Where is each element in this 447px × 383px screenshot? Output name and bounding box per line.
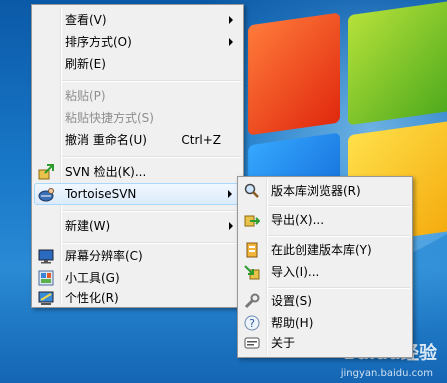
tortoise-icon bbox=[38, 186, 54, 202]
menu-item-screen-resolution[interactable]: 屏幕分辨率(C) bbox=[34, 245, 241, 267]
menu-item-label: 排序方式(O) bbox=[65, 35, 132, 49]
submenu-item-create-repo[interactable]: 在此创建版本库(Y) bbox=[240, 239, 410, 261]
menu-item-label: 在此创建版本库(Y) bbox=[271, 243, 372, 257]
menu-separator bbox=[62, 80, 241, 82]
menu-item-label: 刷新(E) bbox=[65, 57, 106, 71]
watermark-url: jingyan.baidu.com bbox=[340, 368, 433, 379]
menu-separator bbox=[268, 235, 410, 237]
submenu-item-export[interactable]: 导出(X)... bbox=[240, 209, 410, 231]
menu-item-label: 设置(S) bbox=[271, 294, 312, 308]
menu-item-label: 导入(I)... bbox=[271, 265, 320, 279]
about-info-icon bbox=[244, 335, 260, 351]
menu-separator bbox=[268, 205, 410, 207]
menu-item-shortcut: Ctrl+Z bbox=[181, 133, 221, 147]
menu-item-label: 新建(W) bbox=[65, 219, 111, 233]
submenu-item-settings[interactable]: 设置(S) bbox=[240, 290, 410, 312]
menu-item-label: TortoiseSVN bbox=[65, 187, 137, 201]
menu-item-paste[interactable]: 粘贴(P) bbox=[34, 85, 241, 107]
menu-item-label: 粘贴快捷方式(S) bbox=[65, 111, 154, 125]
menu-item-label: 粘贴(P) bbox=[65, 89, 106, 103]
submenu-arrow-icon bbox=[229, 222, 233, 230]
submenu-arrow-icon bbox=[229, 16, 233, 24]
monitor-icon bbox=[38, 248, 54, 264]
gadgets-icon bbox=[38, 270, 54, 286]
submenu-arrow-icon bbox=[228, 190, 232, 198]
menu-item-label: 小工具(G) bbox=[65, 271, 120, 285]
import-icon bbox=[244, 264, 260, 280]
submenu-item-import[interactable]: 导入(I)... bbox=[240, 261, 410, 283]
submenu-item-help[interactable]: ? 帮助(H) bbox=[240, 312, 410, 334]
menu-item-new[interactable]: 新建(W) bbox=[34, 215, 241, 237]
menu-separator bbox=[62, 210, 241, 212]
personalize-icon bbox=[38, 290, 54, 306]
menu-item-undo-rename[interactable]: 撤消 重命名(U) Ctrl+Z bbox=[34, 129, 241, 151]
help-icon: ? bbox=[244, 315, 260, 331]
menu-item-label: 版本库浏览器(R) bbox=[271, 184, 361, 198]
menu-item-paste-shortcut[interactable]: 粘贴快捷方式(S) bbox=[34, 107, 241, 129]
menu-item-refresh[interactable]: 刷新(E) bbox=[34, 53, 241, 75]
menu-item-personalize[interactable]: 个性化(R) bbox=[34, 287, 241, 309]
tortoisesvn-submenu: 版本库浏览器(R) 导出(X)... 在此创建版本库(Y) 导入(I)... 设… bbox=[237, 176, 413, 358]
create-repository-icon bbox=[244, 242, 260, 258]
submenu-arrow-icon bbox=[229, 38, 233, 46]
menu-separator bbox=[62, 242, 241, 244]
svg-text:?: ? bbox=[249, 317, 255, 330]
menu-item-view[interactable]: 查看(V) bbox=[34, 9, 241, 31]
export-icon bbox=[244, 212, 260, 228]
menu-item-label: SVN 检出(K)... bbox=[65, 165, 147, 179]
menu-separator bbox=[268, 287, 410, 289]
menu-item-sort-by[interactable]: 排序方式(O) bbox=[34, 31, 241, 53]
menu-item-label: 导出(X)... bbox=[271, 213, 325, 227]
repo-browser-icon bbox=[244, 183, 260, 199]
settings-wrench-icon bbox=[244, 293, 260, 309]
desktop-context-menu: 查看(V) 排序方式(O) 刷新(E) 粘贴(P) 粘贴快捷方式(S) 撤消 重… bbox=[31, 4, 244, 308]
submenu-item-repo-browser[interactable]: 版本库浏览器(R) bbox=[240, 180, 410, 202]
menu-item-svn-checkout[interactable]: SVN 检出(K)... bbox=[34, 161, 241, 183]
menu-item-tortoisesvn[interactable]: TortoiseSVN bbox=[34, 183, 241, 205]
menu-separator bbox=[62, 156, 241, 158]
menu-item-label: 个性化(R) bbox=[65, 291, 119, 305]
menu-item-label: 帮助(H) bbox=[271, 316, 314, 330]
menu-item-label: 关于 bbox=[271, 336, 296, 350]
menu-item-label: 屏幕分辨率(C) bbox=[65, 249, 143, 263]
svn-checkout-icon bbox=[38, 164, 54, 180]
menu-item-gadgets[interactable]: 小工具(G) bbox=[34, 267, 241, 289]
submenu-item-about[interactable]: 关于 bbox=[240, 332, 410, 354]
menu-item-label: 撤消 重命名(U) bbox=[65, 133, 147, 147]
menu-item-label: 查看(V) bbox=[65, 13, 107, 27]
